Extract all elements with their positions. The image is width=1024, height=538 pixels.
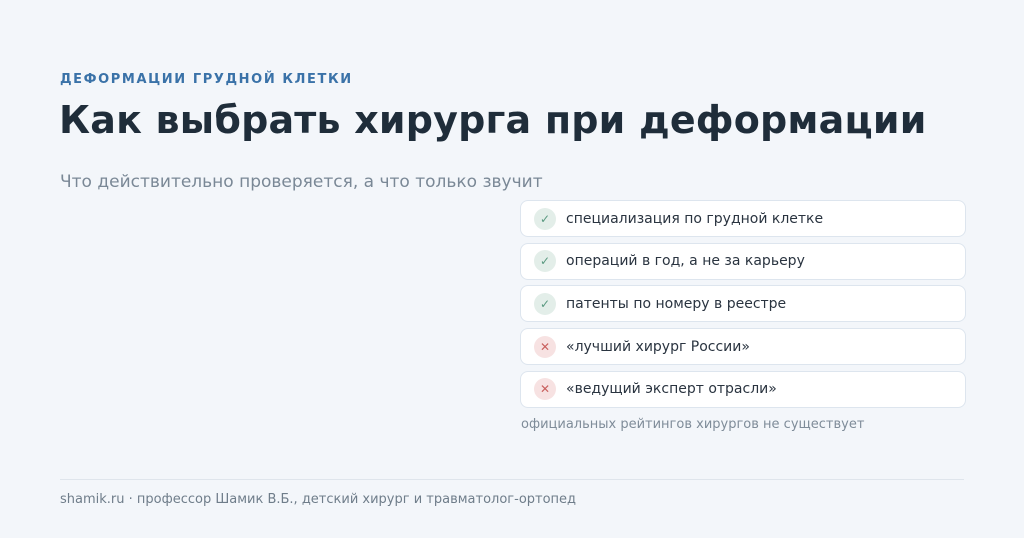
- checklist-item: ✕ «лучший хирург России»: [520, 328, 966, 366]
- checklist-item: ✓ специализация по грудной клетке: [520, 200, 966, 237]
- checklist-item-text: операций в год, а не за карьеру: [566, 253, 805, 270]
- category-label: ДЕФОРМАЦИИ ГРУДНОЙ КЛЕТКИ: [60, 72, 353, 87]
- check-icon: ✓: [534, 207, 556, 230]
- footer-credit: shamik.ru · профессор Шамик В.Б., детски…: [60, 492, 577, 507]
- page-title: Как выбрать хирурга при деформации: [59, 98, 927, 142]
- check-icon: ✓: [534, 292, 556, 315]
- divider: [60, 479, 964, 480]
- checklist-item-text: патенты по номеру в реестре: [566, 295, 787, 312]
- checklist: ✓ специализация по грудной клетке ✓ опер…: [520, 200, 966, 413]
- check-icon: ✓: [534, 250, 556, 273]
- page-subtitle: Что действительно проверяется, а что тол…: [60, 172, 543, 192]
- checklist-item-text: специализация по грудной клетке: [566, 210, 824, 227]
- checklist-item-text: «лучший хирург России»: [566, 338, 750, 355]
- cross-icon: ✕: [534, 378, 556, 401]
- checklist-item: ✕ «ведущий эксперт отрасли»: [520, 370, 966, 408]
- footnote: официальных рейтингов хирургов не сущест…: [521, 417, 865, 432]
- checklist-item-text: «ведущий эксперт отрасли»: [566, 381, 777, 398]
- checklist-item: ✓ операций в год, а не за карьеру: [520, 242, 966, 280]
- checklist-item: ✓ патенты по номеру в реестре: [520, 285, 966, 323]
- cross-icon: ✕: [534, 335, 556, 358]
